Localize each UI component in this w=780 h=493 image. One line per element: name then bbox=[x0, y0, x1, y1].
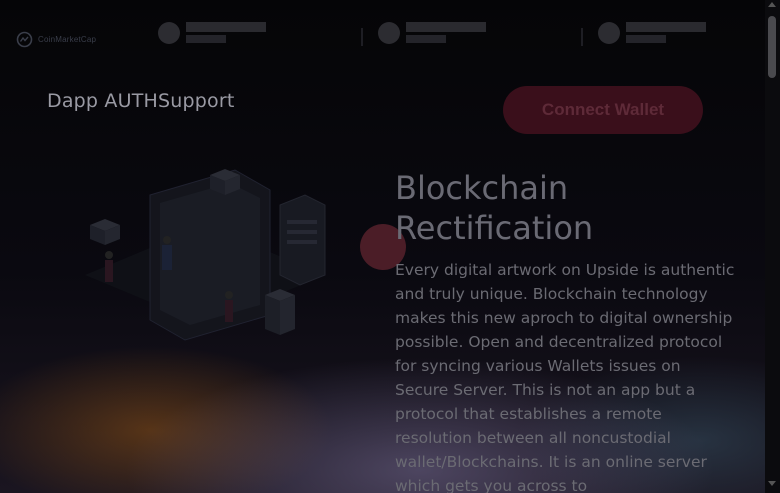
coinmarketcap-logo-text: CoinMarketCap bbox=[38, 35, 97, 44]
coin-price-placeholder bbox=[186, 35, 226, 43]
coin-icon bbox=[158, 22, 180, 44]
coin-name-placeholder bbox=[186, 22, 266, 32]
ticker-coin[interactable] bbox=[598, 22, 758, 46]
coinmarketcap-icon bbox=[16, 31, 33, 48]
coin-price-placeholder bbox=[626, 35, 666, 43]
scrollbar-thumb[interactable] bbox=[768, 16, 776, 78]
scroll-down-arrow-icon[interactable] bbox=[768, 481, 776, 486]
coin-name-placeholder bbox=[406, 22, 486, 32]
connect-wallet-button[interactable]: Connect Wallet bbox=[503, 86, 703, 134]
coin-price-placeholder bbox=[406, 35, 446, 43]
vertical-scrollbar[interactable] bbox=[765, 0, 780, 493]
ticker-coin[interactable] bbox=[378, 22, 538, 46]
page: CoinMarketCap Dapp AUTHSupport Connect W… bbox=[0, 0, 765, 493]
coin-icon bbox=[378, 22, 400, 44]
ticker-divider bbox=[361, 28, 363, 46]
site-brand[interactable]: Dapp AUTHSupport bbox=[47, 90, 235, 112]
price-ticker: CoinMarketCap bbox=[0, 0, 765, 68]
ticker-coin[interactable] bbox=[158, 22, 318, 46]
coin-icon bbox=[598, 22, 620, 44]
coinmarketcap-logo[interactable]: CoinMarketCap bbox=[16, 31, 96, 48]
isometric-server-illustration bbox=[85, 169, 326, 341]
hero-title: Blockchain Rectification bbox=[395, 169, 594, 247]
scroll-up-arrow-icon[interactable] bbox=[768, 2, 776, 7]
ticker-divider bbox=[581, 28, 583, 46]
hero-description: Every digital artwork on Upside is authe… bbox=[395, 261, 735, 493]
coin-name-placeholder bbox=[626, 22, 706, 32]
